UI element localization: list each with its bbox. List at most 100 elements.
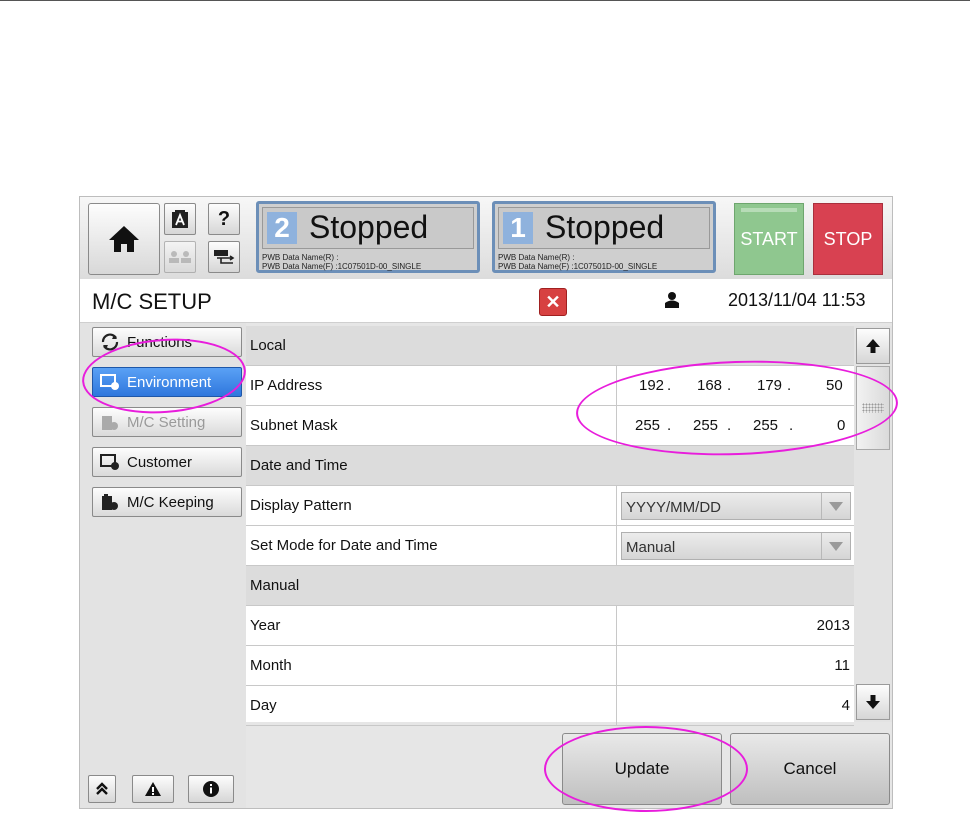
- pwb-info: PWB Data Name(R) : PWB Data Name(F) :1C0…: [498, 253, 657, 271]
- pwb-front: PWB Data Name(F) :1C07501D-00_SINGLE: [498, 262, 658, 271]
- month-value: 11: [834, 657, 850, 674]
- update-button[interactable]: Update: [562, 733, 722, 805]
- help-button[interactable]: ?: [208, 203, 240, 235]
- lane-state: Stopped: [545, 209, 665, 245]
- subnet-mask-label: Subnet Mask: [250, 417, 338, 434]
- info-button[interactable]: [188, 775, 234, 803]
- year-field[interactable]: 2013: [616, 606, 854, 645]
- mask-octet-1[interactable]: 255: [635, 417, 660, 434]
- pwb-front: PWB Data Name(F) :1C07501D-00_SINGLE: [262, 262, 422, 271]
- display-pattern-select[interactable]: YYYY/MM/DD: [621, 492, 851, 520]
- octet-separator: .: [787, 377, 792, 394]
- day-field[interactable]: 4: [616, 686, 854, 725]
- status-panel-lane-2[interactable]: 2 Stopped PWB Data Name(R) : PWB Data Na…: [256, 201, 480, 273]
- scroll-thumb[interactable]: [856, 366, 890, 450]
- ip-address-field[interactable]: 192 . 168 . 179 . 50: [616, 366, 854, 405]
- lane-state: Stopped: [309, 209, 429, 245]
- nav-customer[interactable]: Customer: [92, 447, 242, 477]
- nav-mc-setting-label: M/C Setting: [127, 413, 206, 431]
- section-local: Local: [246, 326, 854, 366]
- row-set-mode[interactable]: Set Mode for Date and Time Manual: [246, 526, 854, 566]
- nav-mc-keeping-label: M/C Keeping: [127, 493, 214, 511]
- ip-octet-2[interactable]: 168: [697, 377, 722, 394]
- month-field[interactable]: 11: [616, 646, 854, 685]
- warning-button[interactable]: [132, 775, 174, 803]
- table-scrollbar[interactable]: [854, 326, 892, 722]
- close-button[interactable]: ✕: [539, 288, 567, 316]
- status-panel-lane-1[interactable]: 1 Stopped PWB Data Name(R) : PWB Data Na…: [492, 201, 716, 273]
- mask-octet-2[interactable]: 255: [693, 417, 718, 434]
- cancel-label: Cancel: [783, 759, 837, 778]
- collapse-button[interactable]: [88, 775, 116, 803]
- row-subnet-mask[interactable]: Subnet Mask 255 . 255 . 255 . 0: [246, 406, 854, 446]
- user-icon: [665, 292, 679, 308]
- machine-keeping-icon: [99, 492, 121, 512]
- lane-number: 1: [503, 212, 533, 244]
- pwb-rear: PWB Data Name(R) :: [262, 253, 339, 262]
- row-ip-address[interactable]: IP Address 192 . 168 . 179 . 50: [246, 366, 854, 406]
- nav-environment-label: Environment: [127, 373, 212, 391]
- users-icon: [169, 251, 191, 263]
- users-button[interactable]: [164, 241, 196, 273]
- stop-button[interactable]: STOP: [813, 203, 883, 275]
- cancel-button[interactable]: Cancel: [730, 733, 890, 805]
- scroll-down-button[interactable]: [856, 684, 890, 720]
- row-month[interactable]: Month 11: [246, 646, 854, 686]
- nav-functions[interactable]: Functions: [92, 327, 242, 357]
- help-icon: ?: [217, 207, 231, 230]
- set-mode-label: Set Mode for Date and Time: [250, 537, 438, 554]
- section-label: Manual: [250, 577, 300, 594]
- side-nav: Functions Environment M/C Setting Custom…: [80, 323, 246, 808]
- day-label: Day: [250, 697, 277, 714]
- settings-table: Local IP Address 192 . 168 . 179 . 50 Su…: [246, 326, 854, 726]
- network-button[interactable]: [208, 241, 240, 273]
- ip-octet-1[interactable]: 192: [639, 377, 664, 394]
- nav-mc-setting[interactable]: M/C Setting: [92, 407, 242, 437]
- dropdown-arrow-icon[interactable]: [821, 493, 850, 519]
- page-title: M/C SETUP: [92, 289, 212, 314]
- row-year[interactable]: Year 2013: [246, 606, 854, 646]
- ip-octet-3[interactable]: 179: [757, 377, 782, 394]
- section-label: Date and Time: [250, 457, 348, 474]
- set-mode-select[interactable]: Manual: [621, 532, 851, 560]
- day-value: 4: [841, 697, 850, 714]
- row-day[interactable]: Day 4: [246, 686, 854, 726]
- home-button[interactable]: [88, 203, 160, 275]
- octet-separator: .: [667, 377, 672, 394]
- display-pattern-value: YYYY/MM/DD: [626, 499, 722, 516]
- octet-separator: .: [727, 417, 732, 434]
- machine-setting-icon: [99, 412, 121, 432]
- subnet-mask-field[interactable]: 255 . 255 . 255 . 0: [616, 406, 854, 445]
- close-icon: ✕: [545, 291, 561, 312]
- scroll-up-button[interactable]: [856, 328, 890, 364]
- dropdown-arrow-icon[interactable]: [821, 533, 850, 559]
- nav-functions-label: Functions: [127, 333, 193, 351]
- nav-environment[interactable]: Environment: [92, 367, 242, 397]
- pwb-rear: PWB Data Name(R) :: [498, 253, 575, 262]
- mask-octet-3[interactable]: 255: [753, 417, 778, 434]
- row-display-pattern[interactable]: Display Pattern YYYY/MM/DD: [246, 486, 854, 526]
- environment-icon: [99, 372, 121, 392]
- ip-octet-4[interactable]: 50: [826, 377, 843, 394]
- start-button[interactable]: START: [734, 203, 804, 275]
- month-label: Month: [250, 657, 292, 674]
- grip-icon: [862, 403, 884, 413]
- display-pattern-cell: YYYY/MM/DD: [616, 486, 854, 525]
- mask-octet-4[interactable]: 0: [837, 417, 845, 434]
- ip-address-label: IP Address: [250, 377, 323, 394]
- functions-icon: [99, 332, 121, 352]
- set-mode-value: Manual: [626, 539, 676, 556]
- stop-label: STOP: [823, 228, 873, 249]
- customer-icon: [99, 452, 121, 472]
- info-icon: [203, 781, 219, 797]
- clock-datetime: 2013/11/04 11:53: [728, 290, 866, 310]
- top-rule: [0, 0, 970, 1]
- network-icon: [214, 250, 235, 264]
- language-button[interactable]: [164, 203, 196, 235]
- app-window: ? 2 Stopped PWB Data Name(R) : PWB Data …: [80, 197, 892, 808]
- octet-separator: .: [727, 377, 732, 394]
- nav-mc-keeping[interactable]: M/C Keeping: [92, 487, 242, 517]
- warning-icon: [145, 782, 161, 796]
- header-bar: ? 2 Stopped PWB Data Name(R) : PWB Data …: [80, 197, 892, 279]
- double-chevron-up-icon: [96, 782, 108, 795]
